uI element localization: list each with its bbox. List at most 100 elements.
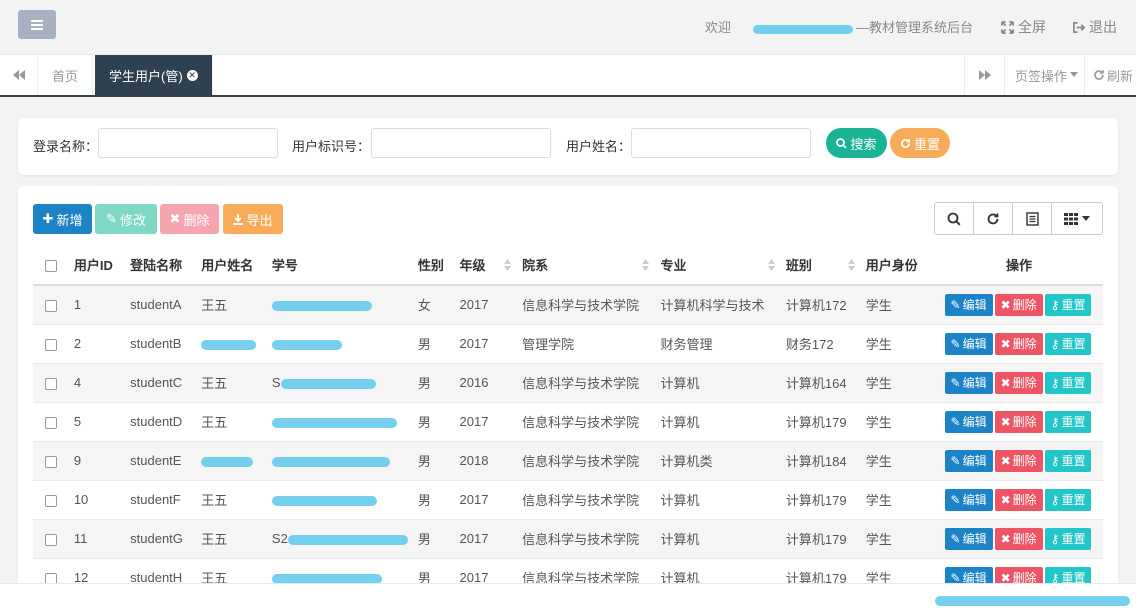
row-edit-button[interactable]: ✎ 编辑 <box>944 527 993 550</box>
table-row[interactable]: 1 studentA 王五 女 2017 信息科学与技术学院 计算机科学与技术 计算机172 学… <box>33 284 1103 324</box>
row-reset-button[interactable]: ⚷ 重置 <box>1044 371 1092 394</box>
add-button[interactable]: ✚ 新增 <box>33 204 92 234</box>
table-row[interactable]: 4 studentC 王五 S 男 2016 信息科学与技术学院 计算机 计算机164 学生 ✎ 编辑… <box>33 362 1103 402</box>
tab-student-users[interactable]: 学生用户(管) ✕ <box>95 55 213 95</box>
user-id-input[interactable] <box>371 128 551 158</box>
cell-class: 计算机179 <box>780 479 861 519</box>
edit-icon: ✎ <box>950 336 961 351</box>
login-name-input[interactable] <box>98 128 278 158</box>
cell-dept: 信息科学与技术学院 <box>517 440 656 480</box>
key-icon: ⚷ <box>1050 414 1060 429</box>
row-checkbox[interactable] <box>44 377 57 390</box>
row-reset-button[interactable]: ⚷ 重置 <box>1044 449 1092 472</box>
row-checkbox[interactable] <box>44 338 57 351</box>
row-delete-button[interactable]: ✖ 删除 <box>994 332 1043 355</box>
logout-button[interactable]: 退出 <box>1072 17 1117 37</box>
tab-home[interactable]: 首页 <box>38 55 94 95</box>
refresh-tab-button[interactable]: 刷新 <box>1084 55 1136 95</box>
table-row[interactable]: 11 studentG 王五 S2 男 2017 信息科学与技术学院 计算机 计算机179 学生 ✎… <box>33 518 1103 558</box>
delete-button[interactable]: ✖ 删除 <box>160 204 219 234</box>
row-edit-button[interactable]: ✎ 编辑 <box>944 293 993 316</box>
redacted-mark <box>271 339 342 350</box>
cell-class: 计算机179 <box>780 401 861 441</box>
key-icon: ⚷ <box>1050 375 1060 390</box>
row-edit-button[interactable]: ✎ 编辑 <box>944 371 993 394</box>
row-delete-button[interactable]: ✖ 删除 <box>994 410 1043 433</box>
column-header-class[interactable]: 班别 <box>780 245 861 286</box>
cell-gender: 男 <box>412 362 455 402</box>
user-name-input[interactable] <box>631 128 811 158</box>
search-button[interactable]: 搜索 <box>826 128 887 158</box>
cell-name: 王五 <box>196 401 267 441</box>
sort-icon <box>847 259 855 271</box>
search-icon <box>947 212 961 226</box>
toggle-view-button[interactable] <box>1013 203 1052 234</box>
row-delete-button[interactable]: ✖ 删除 <box>994 293 1043 316</box>
close-tab-icon[interactable]: ✕ <box>186 69 198 81</box>
list-alt-icon <box>1025 211 1039 226</box>
row-checkbox[interactable] <box>44 416 57 429</box>
top-header: 欢迎 —教材管理系统后台 全屏 退出 <box>0 0 1136 55</box>
row-delete-button[interactable]: ✖ 删除 <box>994 449 1043 472</box>
row-checkbox[interactable] <box>44 455 57 468</box>
row-edit-button[interactable]: ✎ 编辑 <box>944 449 993 472</box>
row-checkbox[interactable] <box>44 533 57 546</box>
row-edit-button[interactable]: ✎ 编辑 <box>944 410 993 433</box>
tab-scroll-right-button[interactable] <box>964 55 1004 95</box>
row-reset-button[interactable]: ⚷ 重置 <box>1044 332 1092 355</box>
column-header-dept[interactable]: 院系 <box>517 245 656 286</box>
row-delete-button[interactable]: ✖ 删除 <box>994 488 1043 511</box>
refresh-icon <box>987 213 999 224</box>
table-row[interactable]: 10 studentF 王五男 2017 信息科学与技术学院 计算机 计算机179 学生 ✎ 编辑… <box>33 479 1103 519</box>
cell-class: 计算机164 <box>780 362 861 402</box>
cell-actions: ✎ 编辑 ✖ 删除 ⚷ 重置 <box>934 401 1103 441</box>
toggle-search-button[interactable] <box>935 203 974 234</box>
search-icon <box>836 137 848 149</box>
caret-down-icon <box>1082 216 1090 221</box>
column-header-grade[interactable]: 年级 <box>454 245 518 286</box>
row-reset-button[interactable]: ⚷ 重置 <box>1044 527 1092 550</box>
tab-scroll-left-button[interactable] <box>0 55 38 95</box>
search-panel: 登录名称： 用户标识号： 用户姓名： 搜索 重置 <box>18 118 1118 175</box>
export-button[interactable]: 导出 <box>223 204 283 234</box>
backward-icon <box>12 70 25 80</box>
table-row[interactable]: 5 studentD 王五男 2017 信息科学与技术学院 计算机 计算机179 学生 ✎ 编辑 ✖… <box>33 401 1103 441</box>
table-row[interactable]: 2 studentB 男 2017 管理学院 财务管理 财务172 学生 ✎ 编辑 ✖ 删除 ⚷ 重置 <box>33 323 1103 363</box>
cell-dept: 信息科学与技术学院 <box>517 518 656 558</box>
select-all-checkbox[interactable] <box>44 259 57 272</box>
column-header-student-no[interactable]: 学号 <box>266 245 413 286</box>
row-reset-button[interactable]: ⚷ 重置 <box>1044 293 1092 316</box>
edit-icon: ✎ <box>950 453 961 468</box>
edit-button[interactable]: ✎ 修改 <box>95 204 157 234</box>
cell-gender: 男 <box>412 518 455 558</box>
row-edit-button[interactable]: ✎ 编辑 <box>944 488 993 511</box>
row-reset-button[interactable]: ⚷ 重置 <box>1044 488 1092 511</box>
row-checkbox[interactable] <box>44 299 57 312</box>
cell-class: 计算机179 <box>780 518 861 558</box>
expand-icon <box>1001 20 1014 34</box>
column-header-id[interactable]: 用户ID <box>68 245 126 286</box>
row-edit-button[interactable]: ✎ 编辑 <box>944 332 993 355</box>
refresh-table-button[interactable] <box>974 203 1013 234</box>
column-header-name[interactable]: 用户姓名 <box>196 245 267 286</box>
table-header-row: 用户ID 登陆名称 用户姓名 学号 性别 年级 院系 专业 班别 用户身份 操作 <box>33 245 1103 286</box>
row-reset-button[interactable]: ⚷ 重置 <box>1044 410 1092 433</box>
column-header-role[interactable]: 用户身份 <box>860 245 935 286</box>
column-header-gender[interactable]: 性别 <box>412 245 455 286</box>
menu-toggle-button[interactable] <box>18 10 56 39</box>
row-delete-button[interactable]: ✖ 删除 <box>994 371 1043 394</box>
row-checkbox[interactable] <box>44 494 57 507</box>
key-icon: ⚷ <box>1050 336 1060 351</box>
column-header-major[interactable]: 专业 <box>655 245 781 286</box>
row-delete-button[interactable]: ✖ 删除 <box>994 527 1043 550</box>
reset-button[interactable]: 重置 <box>890 128 950 158</box>
table-row[interactable]: 9 studentE 男 2018 信息科学与技术学院 计算机类 计算机184 学生 ✎ 编辑 ✖ 删… <box>33 440 1103 480</box>
column-header-login[interactable]: 登陆名称 <box>125 245 197 286</box>
cell-name: 王五 <box>196 479 267 519</box>
page-ops-dropdown[interactable]: 页签操作 <box>1004 55 1084 95</box>
fullscreen-button[interactable]: 全屏 <box>1001 17 1046 37</box>
columns-dropdown[interactable] <box>1052 203 1102 234</box>
cell-role: 学生 <box>860 323 935 363</box>
grid-icon <box>1064 212 1078 225</box>
cell-login: studentE <box>125 440 197 480</box>
